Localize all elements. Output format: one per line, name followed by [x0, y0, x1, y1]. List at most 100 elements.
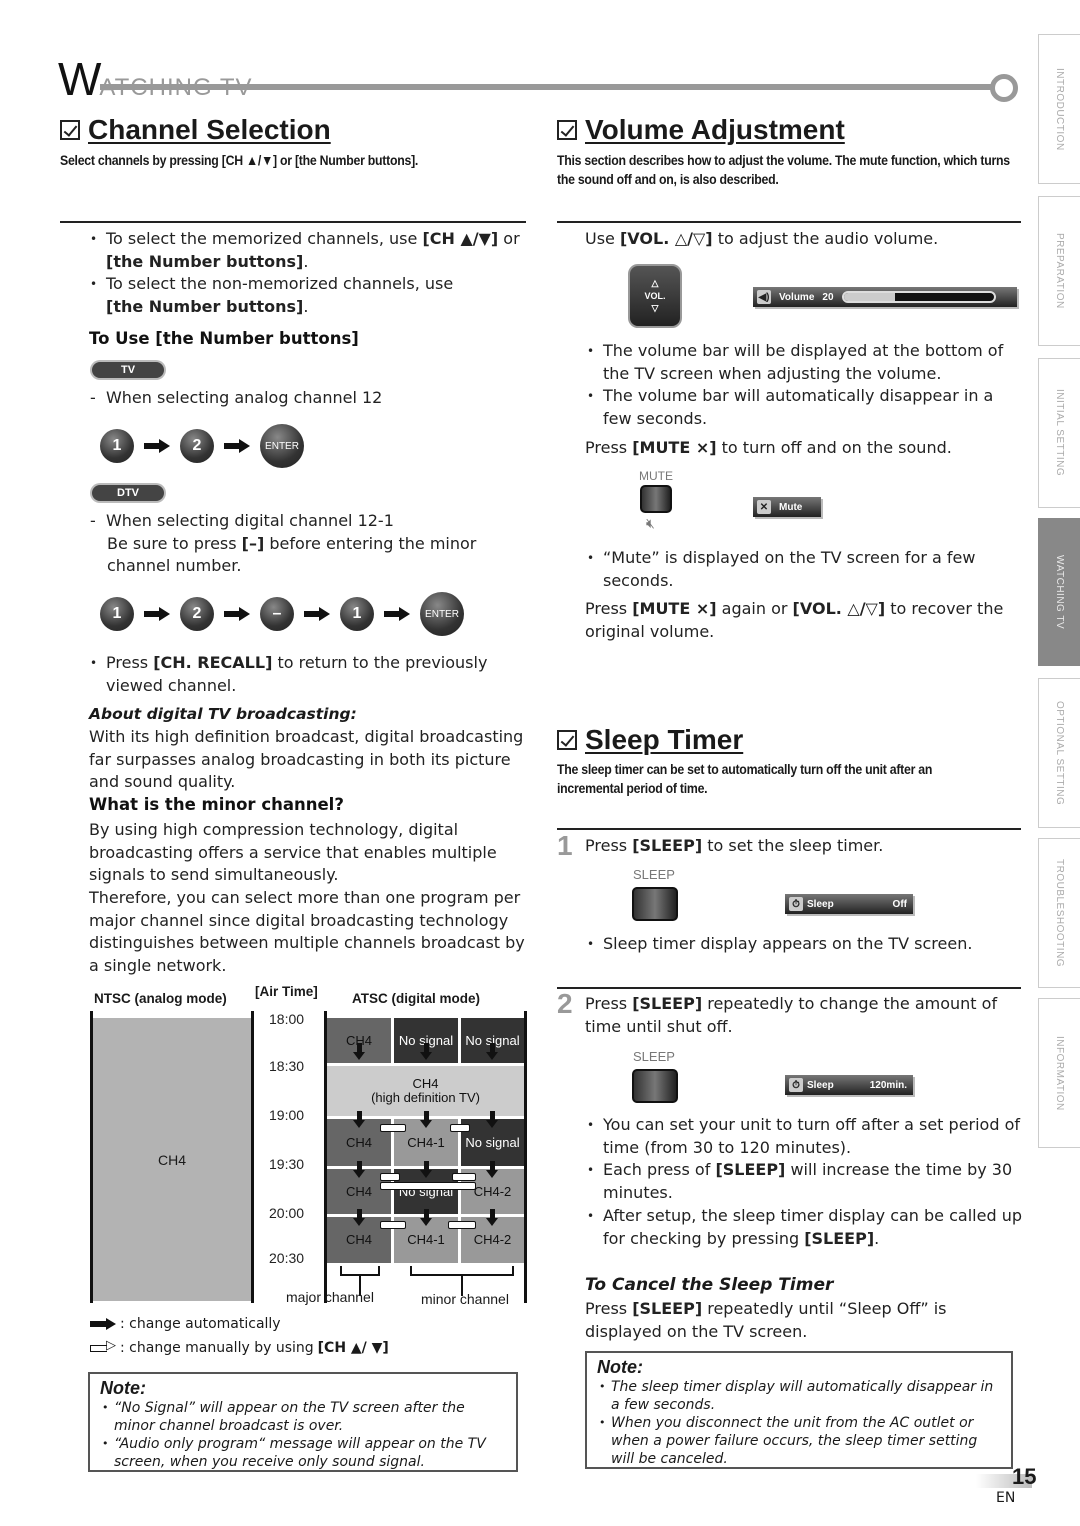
- note-item: “Audio only program“ message will appear…: [100, 1435, 506, 1471]
- bullet-item: To select the memorized channels, use [C…: [88, 228, 528, 273]
- minor-channel-text-2: Therefore, you can select more than one …: [89, 888, 525, 976]
- note-item: “No Signal” will appear on the TV screen…: [100, 1399, 506, 1435]
- time-label: 18:30: [269, 1058, 305, 1074]
- time-label: 20:00: [269, 1205, 305, 1221]
- manual-switch-arrow-icon: [380, 1221, 406, 1229]
- side-tab-introduction[interactable]: INTRODUCTION: [1038, 34, 1080, 184]
- speaker-icon: ◀): [757, 290, 771, 304]
- manual-switch-arrow-icon: [380, 1124, 406, 1132]
- sleep-button: [632, 887, 678, 921]
- osd-value: 20: [822, 291, 834, 303]
- channel-cell-hd: CH4 (high definition TV): [327, 1066, 524, 1116]
- minor-channel-text-1: By using high compression technology, di…: [89, 820, 497, 885]
- timer-icon: ⏱: [789, 1078, 803, 1092]
- page-number: 15: [1012, 1464, 1037, 1489]
- osd-label: Mute: [779, 501, 803, 513]
- about-digital-heading: About digital TV broadcasting:: [89, 705, 357, 723]
- note-box-left: Note: “No Signal” will appear on the TV …: [88, 1372, 518, 1472]
- sleep-step-2: Press [SLEEP] repeatedly to change the a…: [585, 994, 998, 1036]
- mute-osd: ✕ Mute: [753, 497, 821, 517]
- mute-button: [640, 485, 672, 513]
- legend-auto: : change automatically: [90, 1316, 281, 1332]
- about-digital-text: With its high definition broadcast, digi…: [89, 727, 524, 792]
- osd-value: Off: [892, 898, 907, 910]
- mute-button-label: MUTE: [639, 469, 673, 483]
- airtime-header: [Air Time]: [255, 984, 318, 999]
- key-2: 2: [180, 429, 214, 463]
- volume-bar: [841, 291, 996, 303]
- side-tab-label: WATCHING TV: [1054, 554, 1065, 630]
- sleep-description: The sleep timer can be set to automatica…: [557, 761, 933, 796]
- note-title: Note:: [100, 1378, 146, 1398]
- hollow-arrow-icon: [90, 1338, 116, 1354]
- chapter-title-initial: W: [58, 53, 101, 105]
- checkbox-icon: [60, 120, 80, 140]
- sleep-button: [632, 1069, 678, 1103]
- bullet-item: The volume bar will be displayed at the …: [585, 340, 1015, 385]
- bullet-item: Each press of [SLEEP] will increase the …: [585, 1159, 1025, 1204]
- chapter-title: WATCHING TV: [58, 52, 253, 106]
- section-divider: [60, 221, 526, 223]
- bullet-item: The volume bar will automatically disapp…: [585, 385, 1015, 430]
- bullet-item: After setup, the sleep timer display can…: [585, 1205, 1025, 1250]
- sleep-button-label: SLEEP: [633, 1049, 675, 1064]
- sleep-step-1-bullet: Sleep timer display appears on the TV sc…: [585, 933, 972, 956]
- side-tab-troubleshooting[interactable]: TROUBLESHOOTING: [1038, 838, 1080, 988]
- arrow-right-icon: [224, 607, 250, 621]
- volume-bullets: The volume bar will be displayed at the …: [585, 340, 1015, 431]
- minor-channel-label: minor channel: [421, 1291, 509, 1307]
- volume-heading: Volume Adjustment: [557, 114, 845, 146]
- major-channel-label: major channel: [286, 1289, 374, 1305]
- page-language: EN: [996, 1490, 1016, 1506]
- osd-label: Volume: [779, 291, 815, 303]
- osd-value: 120min.: [869, 1079, 907, 1091]
- ntsc-channel-block: CH4: [93, 1018, 251, 1301]
- sleep-step-1: Press [SLEEP] to set the sleep timer.: [585, 836, 884, 855]
- key-enter: ENTER: [260, 424, 304, 468]
- manual-switch-arrow-icon: [450, 1124, 470, 1132]
- side-tab-preparation[interactable]: PREPARATION: [1038, 196, 1080, 346]
- sleep-timer-heading: Sleep Timer: [557, 724, 743, 756]
- volume-bar-fill: [843, 293, 895, 301]
- checkbox-icon: [557, 120, 577, 140]
- mute-bullet: “Mute” is displayed on the TV screen for…: [585, 547, 985, 592]
- digital-note: - When selecting digital channel 12-1 Be…: [90, 511, 477, 576]
- sleep-button-label: SLEEP: [633, 867, 675, 882]
- cancel-sleep-text: Press [SLEEP] repeatedly until “Sleep Of…: [585, 1299, 947, 1341]
- time-label: 19:30: [269, 1156, 305, 1172]
- volume-osd: ◀) Volume 20: [753, 287, 1017, 307]
- side-tab-label: INFORMATION: [1054, 1035, 1065, 1111]
- step-number: 1: [557, 830, 573, 861]
- bullet-item: You can set your unit to turn off after …: [585, 1114, 1025, 1159]
- solid-arrow-icon: [90, 1318, 116, 1330]
- side-tab-initial-setting[interactable]: INITIAL SETTING: [1038, 358, 1080, 508]
- manual-switch-arrow-icon: [448, 1221, 476, 1229]
- note-item: The sleep timer display will automatical…: [597, 1378, 1001, 1414]
- side-tab-optional-setting[interactable]: OPTIONAL SETTING: [1038, 678, 1080, 828]
- dtv-mode-badge: DTV: [90, 483, 166, 503]
- volume-instruction: Use [VOL. △/▽] to adjust the audio volum…: [585, 229, 939, 248]
- hd-line-2: (high definition TV): [371, 1090, 480, 1105]
- section-title: Volume Adjustment: [585, 114, 845, 145]
- arrow-right-icon: [144, 607, 170, 621]
- arrow-right-icon: [304, 607, 330, 621]
- chapter-rule-knob: [990, 74, 1018, 102]
- vol-label: VOL.: [644, 291, 666, 301]
- key-1: 1: [100, 429, 134, 463]
- side-tab-label: OPTIONAL SETTING: [1054, 700, 1065, 806]
- side-tab-watching-tv[interactable]: WATCHING TV: [1038, 518, 1080, 666]
- section-divider: [557, 828, 1021, 830]
- bullet-item: To select the non-memorized channels, us…: [88, 273, 528, 318]
- ntsc-header: NTSC (analog mode): [94, 991, 227, 1006]
- recall-bullet: Press [CH. RECALL] to return to the prev…: [88, 652, 488, 697]
- side-tab-information[interactable]: INFORMATION: [1038, 998, 1080, 1148]
- minor-channel-bracket: [410, 1266, 514, 1276]
- section-divider: [557, 221, 1021, 223]
- checkbox-icon: [557, 730, 577, 750]
- arrow-right-icon: [384, 607, 410, 621]
- recover-instruction: Press [MUTE ⨯] again or [VOL. △/▽] to re…: [585, 599, 1004, 641]
- analog-key-sequence: 1 2 ENTER: [100, 424, 304, 468]
- time-label: 20:30: [269, 1250, 305, 1266]
- note-title: Note:: [597, 1357, 643, 1377]
- key-1: 1: [340, 597, 374, 631]
